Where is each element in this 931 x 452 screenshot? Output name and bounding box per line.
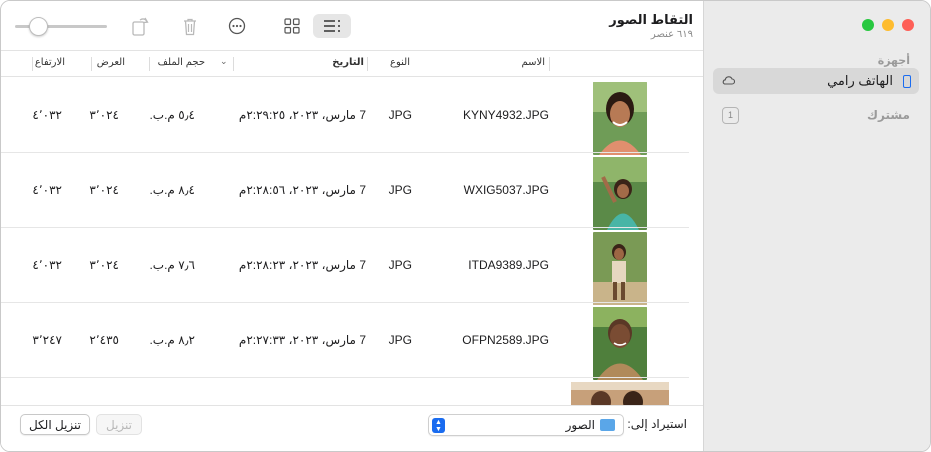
column-header-type[interactable]: النوع [390, 57, 410, 68]
cell-type: JPG [388, 333, 412, 347]
cell-date: 7 مارس، ٢٠٢٣، ٢:٢٧:٣٣م [238, 333, 366, 347]
sidebar-item-shared[interactable]: مشترك 1 [713, 104, 919, 126]
cell-width: ٢٬٤٣٥ [89, 333, 119, 347]
cell-width: ٣٬٠٢٤ [89, 258, 119, 272]
photo-table-body: KYNY4932.JPG JPG 7 مارس، ٢٠٢٣، ٢:٢٩:٢٥م … [1, 78, 705, 405]
popup-chevrons-icon[interactable]: ▲ ▼ [432, 418, 445, 433]
cell-name: WXIG5037.JPG [463, 183, 549, 197]
photo-thumbnail [571, 382, 669, 405]
grid-view-icon[interactable] [280, 14, 304, 38]
column-header-date[interactable]: التاريخ [332, 57, 364, 68]
column-separator [233, 57, 234, 71]
download-all-button[interactable]: تنزيل الكل [20, 414, 90, 435]
cell-size: ٥٫٤ م.ب. [149, 108, 195, 122]
toolbar: التقاط الصور ٦١٩ عنصر [1, 1, 705, 51]
app-window: التقاط الصور ٦١٩ عنصر الاسم النوع التاري… [0, 0, 931, 452]
photo-thumbnail [593, 307, 647, 380]
window-controls [862, 19, 914, 31]
column-separator [149, 57, 150, 71]
import-label: استيراد إلى: [627, 417, 687, 431]
shared-label: مشترك [866, 108, 910, 122]
cell-size: ٧٫٦ م.ب. [149, 258, 195, 272]
sidebar-item-device[interactable]: الهاتف رامي [713, 68, 919, 94]
trash-icon[interactable] [179, 14, 201, 38]
thumbnail-size-slider[interactable] [15, 17, 107, 36]
cell-type: JPG [388, 183, 412, 197]
download-button[interactable]: تنزيل [96, 414, 142, 435]
column-separator [32, 57, 33, 71]
photo-thumbnail [593, 157, 647, 230]
bottom-bar: تنزيل الكل تنزيل الصور ▲ ▼ استيراد إلى: [1, 405, 705, 451]
list-view-icon[interactable] [313, 14, 351, 38]
column-separator [367, 57, 368, 71]
cell-width: ٣٬٠٢٤ [89, 108, 119, 122]
cell-width: ٣٬٠٢٤ [89, 183, 119, 197]
rotate-icon[interactable] [129, 14, 151, 38]
cell-name: ITDA9389.JPG [468, 258, 549, 272]
sidebar: أجهزة الهاتف رامي مشترك 1 [703, 1, 930, 451]
table-row[interactable]: OFPN2589.JPG JPG 7 مارس، ٢٠٢٣، ٢:٢٧:٣٣م … [1, 303, 705, 380]
close-window-button[interactable] [902, 19, 914, 31]
table-header: الاسم النوع التاريخ ⌄ حجم الملف العرض ال… [1, 51, 705, 77]
photo-thumbnail [593, 232, 647, 305]
table-row[interactable] [1, 378, 705, 405]
sort-chevron-icon[interactable]: ⌄ [220, 56, 228, 67]
table-row[interactable]: ITDA9389.JPG JPG 7 مارس، ٢٠٢٣، ٢:٢٨:٢٣م … [1, 228, 705, 305]
more-icon[interactable] [226, 14, 248, 38]
window-title: التقاط الصور [609, 12, 693, 27]
cell-height: ٣٬٢٤٧ [32, 333, 62, 347]
zoom-window-button[interactable] [862, 19, 874, 31]
import-destination-value: الصور [565, 418, 595, 432]
cell-name: OFPN2589.JPG [462, 333, 549, 347]
shared-count-badge: 1 [722, 106, 739, 124]
column-separator [549, 57, 550, 71]
column-separator [91, 57, 92, 71]
sidebar-section-devices: أجهزة [877, 55, 910, 67]
cell-height: ٤٬٠٣٢ [32, 183, 62, 197]
table-row[interactable]: WXIG5037.JPG JPG 7 مارس، ٢٠٢٣، ٢:٢٨:٥٦م … [1, 153, 705, 230]
column-header-width[interactable]: العرض [97, 57, 125, 68]
cell-date: 7 مارس، ٢٠٢٣، ٢:٢٩:٢٥م [238, 108, 366, 122]
cell-date: 7 مارس، ٢٠٢٣، ٢:٢٨:٢٣م [238, 258, 366, 272]
slider-thumb[interactable] [29, 17, 48, 36]
cell-type: JPG [388, 108, 412, 122]
item-count: ٦١٩ عنصر [650, 29, 693, 40]
main-pane: التقاط الصور ٦١٩ عنصر الاسم النوع التاري… [1, 1, 705, 451]
cell-size: ٨٫٤ م.ب. [149, 183, 195, 197]
folder-icon [600, 419, 615, 431]
cell-height: ٤٬٠٣٢ [32, 258, 62, 272]
iphone-icon [903, 74, 911, 88]
cell-type: JPG [388, 258, 412, 272]
photo-thumbnail [593, 82, 647, 155]
column-header-name[interactable]: الاسم [521, 57, 545, 68]
cloud-icon [721, 74, 736, 88]
minimize-window-button[interactable] [882, 19, 894, 31]
cell-name: KYNY4932.JPG [462, 108, 549, 122]
cell-date: 7 مارس، ٢٠٢٣، ٢:٢٨:٥٦م [238, 183, 366, 197]
column-header-height[interactable]: الارتفاع [35, 57, 65, 68]
cell-height: ٤٬٠٣٢ [32, 108, 62, 122]
import-destination-select[interactable]: الصور ▲ ▼ [428, 414, 624, 436]
column-header-size[interactable]: حجم الملف [158, 57, 205, 68]
table-row[interactable]: KYNY4932.JPG JPG 7 مارس، ٢٠٢٣، ٢:٢٩:٢٥م … [1, 78, 705, 155]
device-label: الهاتف رامي [827, 73, 893, 88]
cell-size: ٨٫٢ م.ب. [149, 333, 195, 347]
